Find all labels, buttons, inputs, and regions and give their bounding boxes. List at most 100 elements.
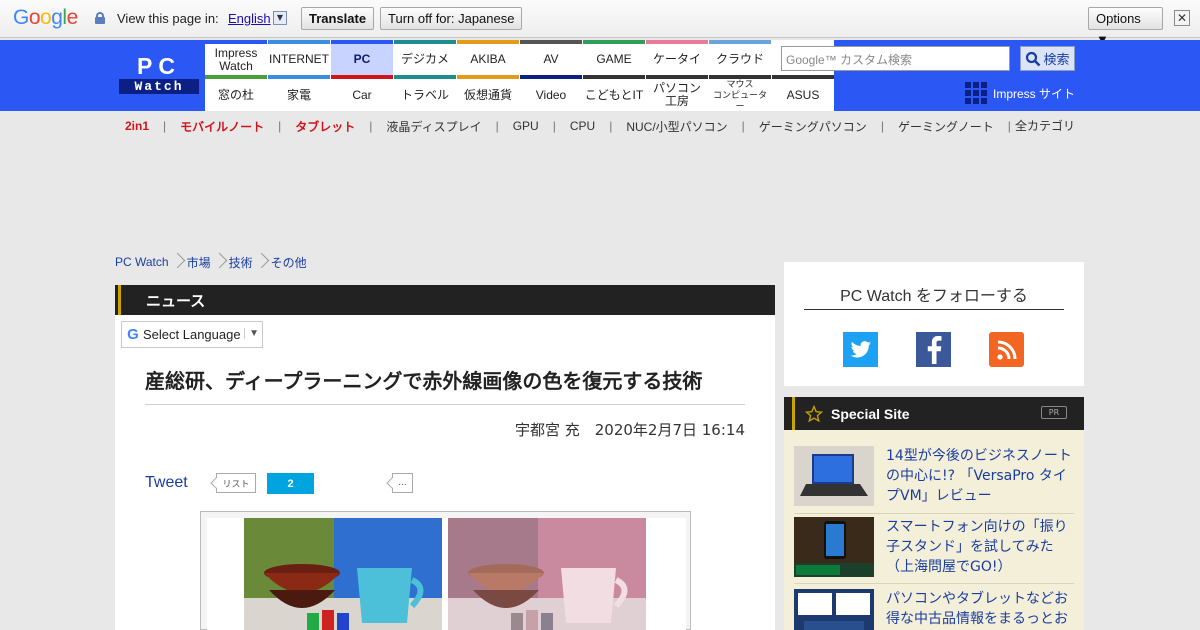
section-title: ニュース <box>146 291 206 310</box>
nav-item[interactable]: トラベル <box>394 75 456 111</box>
close-icon[interactable]: ✕ <box>1174 10 1190 26</box>
all-categories-link[interactable]: 全カテゴリ <box>1015 117 1075 134</box>
breadcrumb-chevron-icon <box>216 252 224 272</box>
facebook-icon[interactable] <box>916 332 951 367</box>
pc-watch-logo[interactable]: PC Watch <box>119 53 199 95</box>
twitter-icon[interactable] <box>843 332 878 367</box>
nav-item[interactable]: GAME <box>583 40 645 75</box>
google-logo-letter: o <box>40 6 52 29</box>
nav-item[interactable]: 仮想通貨 <box>457 75 519 111</box>
google-logo-letter: g <box>51 6 63 29</box>
star-icon <box>805 404 823 422</box>
nav-item[interactable]: こどもとIT <box>583 75 645 111</box>
category-link[interactable]: ゲーミングノート <box>898 118 994 135</box>
search-button-label: 検索 <box>1043 53 1070 68</box>
nav-item[interactable]: AKIBA <box>457 40 519 75</box>
special-site-panel: Special Site PR 14型が今後のビジネスノートの中心に!? 「Ve… <box>784 397 1084 630</box>
google-translate-bar: Google View this page in: English ▼ Tran… <box>0 0 1200 47</box>
nav-item[interactable]: 家電 <box>268 75 330 111</box>
search-button[interactable]: 検索 <box>1020 46 1075 71</box>
search-input[interactable]: Google™ カスタム検索 <box>781 46 1010 71</box>
category-link[interactable]: 2in1 <box>125 119 149 133</box>
used-pc-thumbnail <box>794 589 874 630</box>
laptop-thumbnail <box>794 446 874 506</box>
nav-item[interactable]: パソコン 工房 <box>646 75 708 111</box>
nav-item[interactable]: Impress Watch <box>205 40 267 75</box>
infrared-comparison-photo <box>207 518 686 630</box>
nav-item[interactable]: Video <box>520 75 582 111</box>
list-item[interactable]: スマートフォン向けの「振り子スタンド」を試してみた（上海問屋でGO!） <box>794 517 1074 577</box>
category-link[interactable]: モバイルノート <box>180 118 264 135</box>
nav-item[interactable]: AV <box>520 40 582 75</box>
list-count-bubble[interactable]: リスト <box>216 473 256 493</box>
options-button[interactable]: Options ▼ <box>1088 7 1163 47</box>
select-language-label: Select Language <box>143 327 241 342</box>
nav-item[interactable]: マウス コンピューター <box>709 75 771 111</box>
search-icon <box>1026 51 1041 66</box>
breadcrumb-chevron-icon <box>258 252 266 272</box>
separator: | <box>278 119 282 133</box>
language-select[interactable]: English <box>228 11 271 26</box>
breadcrumb-link[interactable]: その他 <box>271 254 307 271</box>
list-item[interactable]: パソコンやタブレットなどお得な中古品情報をまるっとお <box>794 589 1074 630</box>
category-links: 2in1 | モバイルノート | タブレット | 液晶ディスプレイ | GPU | CPU | NUC/… <box>125 117 1025 135</box>
category-link[interactable]: CPU <box>570 119 595 133</box>
select-language-widget[interactable]: G Select Language ▼ <box>121 321 263 348</box>
nav-item[interactable]: INTERNET <box>268 40 330 75</box>
logo-watch-text: Watch <box>119 79 199 94</box>
nav-item[interactable]: PC <box>331 40 393 75</box>
view-page-in-label: View this page in: <box>117 11 219 26</box>
hatena-bookmark-button[interactable]: 2 <box>267 473 314 494</box>
nav-item[interactable]: ケータイ <box>646 40 708 75</box>
article-byline: 宇都宮 充 2020年2月7日 16:14 <box>514 421 745 439</box>
turn-off-button[interactable]: Turn off for: Japanese <box>380 7 523 30</box>
breadcrumb-link[interactable]: 技術 <box>229 254 253 271</box>
item-divider <box>794 513 1074 514</box>
breadcrumb-link[interactable]: 市場 <box>187 254 211 271</box>
list-item[interactable]: 14型が今後のビジネスノートの中心に!? 「VersaPro タイプVM」レビュ… <box>794 446 1074 506</box>
logo-pc-text: PC <box>137 53 181 79</box>
nav-item[interactable]: Car <box>331 75 393 111</box>
nav-item[interactable]: デジカメ <box>394 40 456 75</box>
google-logo-letter: e <box>66 6 79 29</box>
category-link[interactable]: GPU <box>513 119 539 133</box>
share-count-bubble[interactable]: ... <box>392 473 413 493</box>
nav-item[interactable]: クラウド <box>709 40 771 75</box>
article-main: ニュース G Select Language ▼ 産総研、ディープラーニングで赤… <box>115 285 775 630</box>
separator: | <box>1007 119 1011 133</box>
google-logo-letter: G <box>13 6 29 29</box>
lock-icon <box>95 12 105 24</box>
separator: | <box>369 119 373 133</box>
category-link[interactable]: NUC/小型パソコン <box>626 118 727 135</box>
rss-icon[interactable] <box>989 332 1024 367</box>
google-logo-letter: o <box>28 6 41 29</box>
separator: | <box>741 119 745 133</box>
language-dropdown-icon[interactable]: ▼ <box>273 11 287 25</box>
special-item-text: パソコンやタブレットなどお得な中古品情報をまるっとお <box>886 591 1068 627</box>
category-link[interactable]: ゲーミングパソコン <box>759 118 867 135</box>
title-divider <box>145 404 745 405</box>
article-image[interactable] <box>200 511 691 630</box>
site-header: PC Watch Impress Watch INTERNET PC デジカメ AKIB… <box>0 40 1200 111</box>
nav-item[interactable]: ASUS <box>772 75 834 111</box>
follow-panel: PC Watch をフォローする <box>784 262 1084 386</box>
separator: | <box>495 119 499 133</box>
tweet-button[interactable]: Tweet <box>145 474 188 492</box>
site-nav: Impress Watch INTERNET PC デジカメ AKIBA AV GAME ケー… <box>205 40 834 111</box>
breadcrumb-chevron-icon <box>174 252 182 272</box>
impress-site-label: Impress サイト <box>993 86 1076 101</box>
separator: | <box>880 119 884 133</box>
special-site-header: Special Site PR <box>784 397 1084 430</box>
special-item-text: スマートフォン向けの「振り子スタンド」を試してみた（上海問屋でGO!） <box>886 519 1068 575</box>
nav-item[interactable]: 窓の杜 <box>205 75 267 111</box>
special-item-text: 14型が今後のビジネスノートの中心に!? 「VersaPro タイプVM」レビュ… <box>886 448 1072 504</box>
category-link[interactable]: 液晶ディスプレイ <box>386 118 481 135</box>
separator: | <box>609 119 613 133</box>
impress-site-link[interactable]: Impress サイト <box>965 82 1075 104</box>
pr-badge: PR <box>1041 406 1067 419</box>
separator: | <box>163 119 167 133</box>
category-link[interactable]: タブレット <box>295 118 355 135</box>
follow-title: PC Watch をフォローする <box>840 288 1028 305</box>
translate-button[interactable]: Translate <box>301 7 375 30</box>
breadcrumb-link[interactable]: PC Watch <box>115 255 169 269</box>
